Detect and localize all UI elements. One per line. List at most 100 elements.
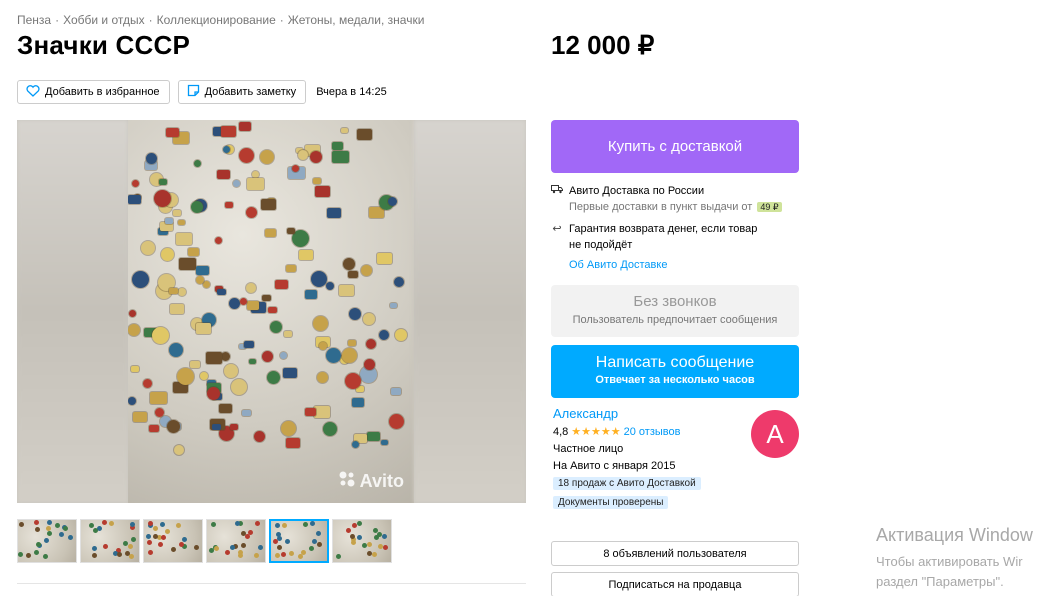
badge-photo-detail <box>391 388 401 395</box>
badge-photo-detail <box>149 425 159 432</box>
badge-photo-detail <box>262 351 273 362</box>
badge-photo-detail <box>286 438 300 448</box>
delivery-price-badge: 49 ₽ <box>757 202 782 212</box>
badge-photo-detail <box>349 308 361 320</box>
badge-photo-detail <box>165 218 173 224</box>
page-title: Значки СССР <box>17 30 190 60</box>
badge-photo-detail <box>132 180 139 187</box>
write-message-button[interactable]: Написать сообщение Отвечает за несколько… <box>551 345 799 398</box>
badge-photo-detail <box>310 151 322 163</box>
badge-photo-detail <box>313 316 328 331</box>
reviews-link[interactable]: 20 отзывов <box>624 426 681 438</box>
badge-photo-detail <box>206 352 222 364</box>
note-icon <box>187 84 200 100</box>
badge-photo-detail <box>261 199 276 210</box>
badge-photo-detail <box>203 281 210 288</box>
photo-thumbnail[interactable] <box>17 519 77 563</box>
badge-photo-detail <box>178 220 185 225</box>
badge-photo-detail <box>332 151 349 163</box>
breadcrumb-separator: · <box>55 13 60 27</box>
add-favorite-button[interactable]: Добавить в избранное <box>17 80 170 104</box>
photo-gallery[interactable]: Avito <box>17 120 526 503</box>
badge-photo-detail <box>390 303 397 308</box>
add-favorite-label: Добавить в избранное <box>45 86 160 98</box>
badge-photo-detail <box>224 364 238 378</box>
delivery-info: Авито Доставка по России Первые доставки… <box>551 183 799 271</box>
badge-photo-detail <box>219 404 232 413</box>
badge-photo-detail <box>166 128 179 137</box>
breadcrumb-item-badges[interactable]: Жетоны, медали, значки <box>288 13 425 27</box>
badge-photo-detail <box>286 265 296 272</box>
badge-photo-detail <box>178 288 186 296</box>
watermark-text: Avito <box>359 471 404 491</box>
badge-photo-detail <box>377 253 392 264</box>
badge-photo-detail <box>292 165 299 172</box>
badge-photo-detail <box>173 210 181 216</box>
badge-photo-detail <box>254 431 265 442</box>
badge-photo-detail <box>352 398 364 407</box>
sidebar: Купить с доставкой Авито Доставка по Рос… <box>551 120 799 526</box>
badge-photo-detail <box>345 373 361 389</box>
badge-photo-detail <box>221 352 230 361</box>
breadcrumb-item-city[interactable]: Пенза <box>17 13 51 27</box>
price: 12 000 ₽ <box>551 30 655 60</box>
photo-thumbnail[interactable] <box>332 519 392 563</box>
badge-photo-detail <box>367 432 380 441</box>
photo-thumbnail[interactable] <box>143 519 203 563</box>
badge-photo-detail <box>247 178 264 190</box>
photo-thumbnail[interactable] <box>206 519 266 563</box>
add-note-button[interactable]: Добавить заметку <box>177 80 307 104</box>
badge-photo-detail <box>326 348 341 363</box>
badge-photo-detail <box>194 160 201 167</box>
badge-photo-detail <box>217 170 230 179</box>
photo-thumbnail[interactable] <box>269 519 329 563</box>
breadcrumb-item-collecting[interactable]: Коллекционирование <box>157 13 276 27</box>
badge-photo-detail <box>275 280 288 289</box>
badge-photo-detail <box>348 271 358 278</box>
badge-photo-detail <box>246 283 256 293</box>
badge-photo-detail <box>265 229 276 237</box>
badge-photo-detail <box>326 282 334 290</box>
badge-photo-detail <box>319 342 327 350</box>
breadcrumb-item-hobby[interactable]: Хобби и отдых <box>63 13 145 27</box>
seller-ads-button[interactable]: 8 объявлений пользователя <box>551 541 799 566</box>
badge-photo-detail <box>381 440 388 445</box>
badge-photo-detail <box>132 271 149 288</box>
badge-photo-detail <box>179 258 196 270</box>
no-calls-subtitle: Пользователь предпочитает сообщения <box>572 314 778 326</box>
delivery-row: Авито Доставка по России Первые доставки… <box>551 183 799 215</box>
badge-photo-detail <box>267 371 280 384</box>
buy-with-delivery-button[interactable]: Купить с доставкой <box>551 120 799 173</box>
badge-photo-detail <box>191 201 203 213</box>
avatar[interactable]: А <box>751 410 799 458</box>
windows-activation-line-3: раздел "Параметры". <box>876 574 1004 589</box>
subscribe-seller-button[interactable]: Подписаться на продавца <box>551 572 799 596</box>
listing-actions: Добавить в избранное Добавить заметку Вч… <box>17 80 387 104</box>
heart-icon <box>26 84 40 100</box>
badge-photo-detail <box>242 410 251 416</box>
badge-photo-detail <box>196 323 211 334</box>
badge-photo-detail <box>299 250 313 260</box>
delivery-subtitle: Первые доставки в пункт выдачи от <box>569 201 753 213</box>
truck-icon <box>551 183 563 215</box>
seller-since: На Авито с января 2015 <box>553 460 676 472</box>
main-photo[interactable]: Avito <box>128 120 414 503</box>
badge-photo-detail <box>268 307 277 313</box>
badge-photo-detail <box>146 153 157 164</box>
divider <box>17 583 526 584</box>
photo-thumbnail[interactable] <box>80 519 140 563</box>
badge-photo-detail <box>389 414 404 429</box>
badge-photo-detail <box>200 372 208 380</box>
badge-photo-detail <box>249 359 256 364</box>
badge-photo-detail <box>244 341 254 348</box>
add-note-label: Добавить заметку <box>204 86 297 98</box>
badge-photo-detail <box>315 186 330 197</box>
badge-photo-detail <box>270 321 282 333</box>
badge-photo-detail <box>176 233 192 245</box>
badge-photo-detail <box>361 265 372 276</box>
badge-photo-detail <box>154 190 171 207</box>
badge-photo-detail <box>225 202 233 208</box>
badge-photo-detail <box>366 339 376 349</box>
about-delivery-link[interactable]: Об Авито Доставке <box>569 259 799 271</box>
badge-photo-detail <box>352 441 359 448</box>
